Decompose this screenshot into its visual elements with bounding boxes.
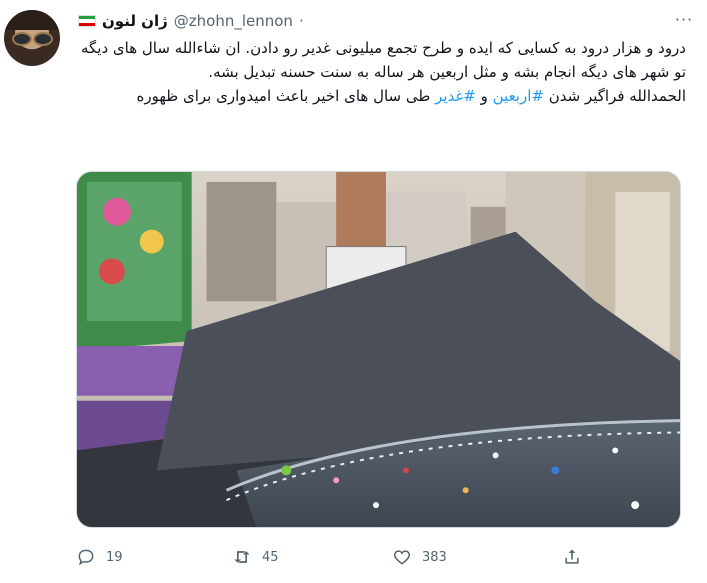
share-icon <box>565 549 579 564</box>
tweet-card[interactable]: ژان لنون @zhohn_lennon · ··· درود و هزار… <box>0 0 707 583</box>
hashtag-ghadir-link[interactable]: #غدیر <box>435 87 476 105</box>
avatar[interactable] <box>4 10 60 66</box>
tweet-actions: 19 45 383 <box>76 543 596 571</box>
more-options-icon[interactable]: ··· <box>671 8 697 30</box>
tweet-text: درود و هزار درود به کسایی که ایده و طرح … <box>76 36 686 108</box>
like-count: 383 <box>422 549 447 565</box>
display-name[interactable]: ژان لنون <box>102 12 168 30</box>
reply-icon <box>78 549 94 566</box>
user-handle[interactable]: @zhohn_lennon <box>174 12 293 30</box>
heart-icon <box>393 550 411 565</box>
crowd-photo-illustration <box>77 172 680 527</box>
iran-flag-icon <box>78 15 96 27</box>
tweet-paragraph-1: درود و هزار درود به کسایی که ایده و طرح … <box>80 39 686 81</box>
share-button[interactable] <box>562 547 582 567</box>
retweet-button[interactable]: 45 <box>232 547 279 567</box>
hashtag-arbaeen-link[interactable]: #اربعین <box>493 87 544 105</box>
reply-button[interactable]: 19 <box>76 547 123 567</box>
retweet-icon <box>234 551 250 563</box>
avatar-hair <box>4 10 60 30</box>
tweet-paragraph-2: الحمدالله فراگیر شدن #اربعین و #غدیر طی … <box>76 84 686 108</box>
like-button[interactable]: 383 <box>392 547 447 567</box>
tweet-text-prefix: الحمدالله فراگیر شدن <box>543 87 686 105</box>
reply-count: 19 <box>106 549 123 565</box>
tweet-header: ژان لنون @zhohn_lennon · <box>78 10 304 32</box>
avatar-glasses-left <box>12 32 32 46</box>
retweet-count: 45 <box>262 549 279 565</box>
tweet-text-suffix: طی سال های اخیر باعث امیدواری برای ظهوره <box>136 87 436 105</box>
tweet-photo[interactable] <box>76 171 681 528</box>
avatar-glasses-right <box>33 32 53 46</box>
separator-dot: · <box>298 12 304 30</box>
tweet-text-conj: و <box>475 87 493 105</box>
